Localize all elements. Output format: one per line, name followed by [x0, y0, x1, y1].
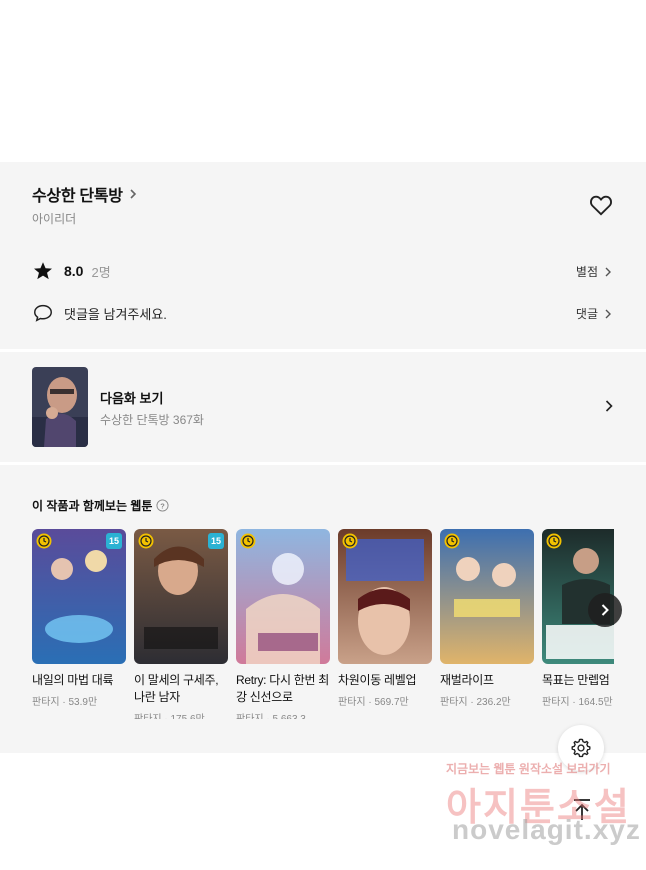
recommendation-thumbnail: [440, 529, 534, 664]
recommendation-title: 이 말세의 구세주, 나란 남자: [134, 673, 219, 704]
watermark-caption: 지금보는 웹툰 원작소설 보러가기: [446, 762, 611, 776]
rate-label: 별점: [575, 265, 598, 279]
next-episode-thumbnail: [32, 367, 88, 447]
recommendation-thumbnail: [236, 529, 330, 664]
gear-icon: [571, 738, 591, 758]
recommendation-item[interactable]: 재벌라이프 판타지 · 236.2만: [440, 529, 534, 708]
clock-badge-icon: [240, 533, 256, 549]
recommendation-meta: 판타지 · 5,663.3...: [236, 710, 330, 719]
recommendation-meta: 판타지 · 569.7만: [338, 697, 409, 708]
age-rating-badge: 15: [106, 533, 122, 549]
recommendation-title: 차원이동 레벨업: [338, 673, 417, 687]
comments-label: 댓글: [575, 307, 598, 321]
chevron-right-icon: [130, 189, 136, 199]
recommendation-meta: 판타지 · 175.6만: [134, 710, 228, 719]
series-title: 수상한 단톡방: [32, 188, 123, 205]
recommendation-item[interactable]: Retry: 다시 한번 최강 신선으로 판타지 · 5,663.3...: [236, 529, 330, 719]
series-info-panel: 수상한 단톡방 아이리더 8.0 2명 별점 댓글을 남겨주세요. 댓글: [0, 162, 646, 349]
next-episode-label: 다음화 보기: [100, 391, 164, 406]
clock-badge-icon: [138, 533, 154, 549]
series-author: 아이리더: [32, 212, 77, 226]
recommendation-item[interactable]: 15 내일의 마법 대륙 판타지 · 53.9만: [32, 529, 126, 708]
recommendation-title: 내일의 마법 대륙: [32, 673, 114, 687]
heart-icon[interactable]: [588, 192, 614, 218]
comment-input-row[interactable]: 댓글을 남겨주세요.: [32, 302, 167, 324]
rate-button[interactable]: 별점: [576, 263, 614, 280]
recommendations-title: 이 작품과 함께보는 웹툰: [32, 499, 153, 513]
svg-text:?: ?: [161, 501, 166, 510]
question-icon[interactable]: ?: [156, 499, 169, 512]
recommendation-thumbnail: [338, 529, 432, 664]
chevron-right-icon: [605, 309, 611, 318]
recommendation-thumbnail: 15: [134, 529, 228, 664]
carousel-next-button[interactable]: [588, 593, 622, 627]
chevron-right-icon: [601, 604, 609, 616]
series-title-link[interactable]: 수상한 단톡방: [32, 182, 139, 206]
recommendation-carousel[interactable]: 15 내일의 마법 대륙 판타지 · 53.9만 15 이 말세의 구세주, 나…: [32, 529, 614, 719]
recommendation-title: Retry: 다시 한번 최강 신선으로: [236, 673, 330, 704]
next-episode-card[interactable]: 다음화 보기 수상한 단톡방 367화: [0, 352, 646, 462]
recommendation-meta: 판타지 · 53.9만: [32, 697, 98, 708]
clock-badge-icon: [36, 533, 52, 549]
recommendation-thumbnail: 15: [32, 529, 126, 664]
watermark-url: novelagit.xyz: [452, 814, 641, 845]
speech-bubble-icon: [34, 304, 52, 322]
recommendation-title: 목표는 만렙엄: [542, 673, 610, 687]
blank-top-area: [0, 0, 646, 162]
chevron-right-icon: [605, 400, 613, 412]
age-rating-badge: 15: [208, 533, 224, 549]
comment-prompt: 댓글을 남겨주세요.: [64, 306, 167, 322]
recommendations-heading: 이 작품과 함께보는 웹툰 ?: [32, 497, 169, 514]
recommendation-item[interactable]: 차원이동 레벨업 판타지 · 569.7만: [338, 529, 432, 708]
rating-row: 8.0 2명: [32, 260, 111, 282]
chevron-right-icon: [605, 267, 611, 276]
clock-badge-icon: [546, 533, 562, 549]
recommendation-meta: 판타지 · 236.2만: [440, 697, 511, 708]
star-icon: [34, 262, 52, 280]
recommendation-meta: 판타지 · 164.5만: [542, 697, 613, 708]
recommendations-section: 이 작품과 함께보는 웹툰 ? 15 내일의 마법 대륙 판타지 · 53.9만…: [0, 465, 646, 753]
clock-badge-icon: [444, 533, 460, 549]
clock-badge-icon: [342, 533, 358, 549]
recommendation-title: 재벌라이프: [440, 673, 494, 687]
comments-button[interactable]: 댓글: [576, 305, 614, 322]
rating-score: 8.0: [64, 263, 84, 279]
rating-count: 2명: [91, 264, 111, 280]
next-episode-subtitle: 수상한 단톡방 367화: [100, 413, 204, 427]
recommendation-item[interactable]: 15 이 말세의 구세주, 나란 남자 판타지 · 175.6만: [134, 529, 228, 719]
